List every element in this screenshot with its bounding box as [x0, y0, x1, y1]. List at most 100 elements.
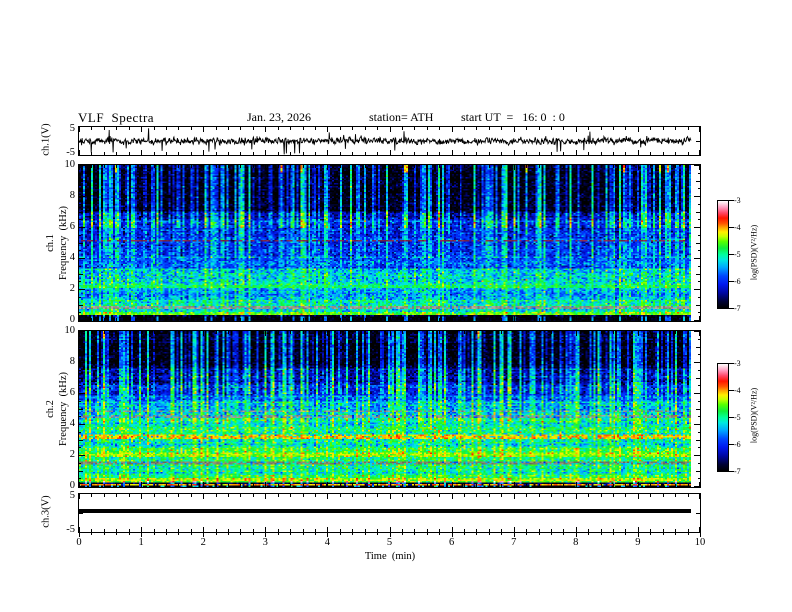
x-tick: [501, 529, 502, 532]
y-tick: [79, 235, 81, 236]
x-tick: [265, 331, 266, 336]
x-tick: [141, 331, 142, 336]
x-tick: [154, 165, 155, 168]
y-tick: [79, 424, 85, 425]
x-tick: [501, 331, 502, 334]
x-tick: [402, 152, 403, 155]
x-axis-tick: [178, 533, 179, 535]
x-tick: [539, 165, 540, 168]
x-tick: [427, 484, 428, 487]
y-tick: [696, 378, 700, 379]
x-tick: [166, 484, 167, 487]
x-tick: [253, 165, 254, 168]
x-tick: [476, 152, 477, 155]
x-axis-tick: [551, 533, 552, 535]
y-tick: [694, 455, 700, 456]
x-tick: [303, 331, 304, 334]
x-tick: [352, 318, 353, 321]
x-tick: [576, 150, 577, 155]
x-tick-label: 9: [635, 537, 641, 548]
x-tick: [290, 318, 291, 321]
y-tick: [79, 432, 81, 433]
x-axis-tick: [402, 533, 403, 535]
x-tick: [104, 529, 105, 532]
x-tick: [228, 484, 229, 487]
x-tick: [663, 331, 664, 334]
x-tick: [439, 127, 440, 130]
y-tick-label: 4: [69, 252, 75, 263]
x-tick: [240, 127, 241, 130]
x-tick: [228, 165, 229, 168]
x-tick: [563, 494, 564, 497]
x-tick: [91, 331, 92, 334]
x-tick: [377, 152, 378, 155]
y-tick-label: -5: [66, 524, 75, 535]
x-axis-tick: [191, 533, 192, 535]
x-tick: [688, 529, 689, 532]
x-axis-tick: [675, 533, 676, 535]
x-tick: [514, 331, 515, 336]
x-tick: [414, 484, 415, 487]
x-tick: [327, 150, 328, 155]
y-tick: [698, 432, 700, 433]
x-tick: [601, 529, 602, 532]
x-tick: [203, 331, 204, 336]
x-tick: [129, 318, 130, 321]
x-tick: [501, 484, 502, 487]
x-tick: [452, 494, 453, 499]
y-tick: [79, 409, 83, 410]
x-tick: [501, 152, 502, 155]
x-tick: [191, 494, 192, 497]
x-tick: [699, 494, 700, 499]
x-axis-tick: [688, 533, 689, 535]
x-tick: [327, 127, 328, 132]
x-tick: [365, 331, 366, 334]
x-tick: [452, 316, 453, 321]
x-tick: [240, 529, 241, 532]
x-tick: [191, 127, 192, 130]
x-tick: [638, 150, 639, 155]
x-tick: [576, 494, 577, 499]
x-tick: [588, 127, 589, 130]
x-tick: [663, 165, 664, 168]
x-tick-label: 10: [694, 537, 706, 548]
x-tick: [638, 331, 639, 336]
x-tick: [601, 494, 602, 497]
x-tick: [402, 484, 403, 487]
x-tick: [563, 318, 564, 321]
y-tick: [696, 243, 700, 244]
x-tick: [216, 165, 217, 168]
x-tick: [588, 165, 589, 168]
x-tick: [216, 494, 217, 497]
x-tick: [551, 494, 552, 497]
x-tick: [352, 484, 353, 487]
y-tick: [694, 331, 700, 332]
x-tick: [129, 127, 130, 130]
y-tick: [698, 250, 700, 251]
x-tick: [166, 165, 167, 168]
x-tick: [154, 484, 155, 487]
x-tick: [613, 484, 614, 487]
y-tick: [79, 173, 81, 174]
x-tick: [116, 484, 117, 487]
x-tick: [203, 527, 204, 532]
y-tick-label: 2: [69, 283, 75, 294]
colorbar-tick-label: -7: [734, 467, 741, 476]
waveform-panel-ch3: [78, 493, 701, 533]
date-label: Jan. 23, 2026: [247, 110, 311, 124]
x-tick: [625, 152, 626, 155]
x-tick: [576, 165, 577, 170]
x-tick: [265, 150, 266, 155]
x-tick: [699, 127, 700, 132]
x-axis-tick: [613, 533, 614, 535]
y-tick: [696, 212, 700, 213]
y-tick: [694, 424, 700, 425]
x-tick: [402, 318, 403, 321]
x-tick: [625, 318, 626, 321]
x-tick: [191, 529, 192, 532]
x-tick: [476, 165, 477, 168]
x-tick: [439, 484, 440, 487]
x-tick: [91, 494, 92, 497]
y-tick: [696, 471, 700, 472]
x-tick: [352, 165, 353, 168]
